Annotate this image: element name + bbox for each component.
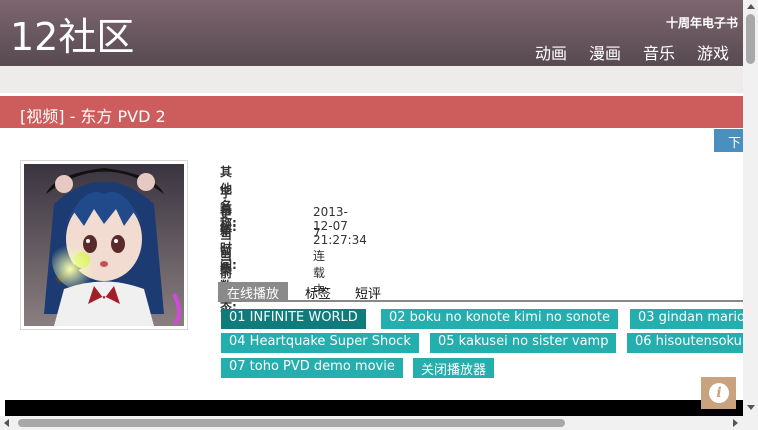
- horizontal-scrollbar[interactable]: [0, 416, 743, 430]
- episode-button-05[interactable]: 05 kakusei no sister vamp: [430, 333, 617, 353]
- site-header: 12社区 十周年电子书 动画 漫画 音乐 游戏: [0, 0, 743, 66]
- site-logo[interactable]: 12社区: [10, 14, 134, 60]
- scrollbar-corner: [743, 416, 758, 430]
- nav-item-music[interactable]: 音乐: [643, 40, 675, 64]
- download-button[interactable]: 下: [714, 129, 743, 152]
- page-viewport: 12社区 十周年电子书 动画 漫画 音乐 游戏 [视频] - 东方 PVD 2 …: [0, 0, 743, 416]
- detail-value: 2013-12-07 21:27:34: [313, 205, 367, 247]
- episode-button-07[interactable]: 07 toho PVD demo movie: [221, 358, 403, 378]
- episode-button-02[interactable]: 02 boku no konote kimi no sonote: [381, 309, 619, 329]
- tab-online-play[interactable]: 在线播放: [218, 282, 289, 302]
- sub-header-band: [0, 66, 743, 93]
- page-title: [视频] - 东方 PVD 2: [20, 107, 166, 126]
- detail-value: 7: [313, 226, 321, 240]
- cover-illustration: [24, 164, 184, 326]
- scroll-up-arrow-icon[interactable]: [747, 4, 755, 9]
- vertical-scrollbar[interactable]: [743, 0, 758, 416]
- video-player[interactable]: [5, 400, 743, 416]
- cover-image: [20, 160, 188, 330]
- scroll-down-arrow-icon[interactable]: [747, 405, 755, 410]
- close-player-button[interactable]: 关闭播放器: [413, 358, 495, 378]
- nav-item-manga[interactable]: 漫画: [589, 40, 621, 64]
- anniversary-ebook-link[interactable]: 十周年电子书: [666, 14, 738, 31]
- episode-button-04[interactable]: 04 Heartquake Super Shock: [221, 333, 419, 353]
- episode-button-01[interactable]: 01 INFINITE WORLD: [221, 309, 366, 329]
- episode-button-06[interactable]: 06 hisoutensoku: [627, 333, 743, 353]
- vertical-scroll-thumb[interactable]: [746, 14, 755, 64]
- info-button[interactable]: i: [701, 377, 736, 409]
- tab-short-reviews[interactable]: 短评: [355, 282, 381, 302]
- content-tabs: 在线播放 标签 短评: [218, 282, 743, 302]
- nav-item-anime[interactable]: 动画: [535, 40, 567, 64]
- scroll-right-arrow-icon[interactable]: [733, 419, 738, 427]
- scroll-left-arrow-icon[interactable]: [4, 419, 9, 427]
- main-nav: 动画 漫画 音乐 游戏: [535, 40, 729, 64]
- episode-button-03[interactable]: 03 gindan mario: [630, 309, 743, 329]
- horizontal-scroll-thumb[interactable]: [18, 419, 565, 427]
- title-bar: [视频] - 东方 PVD 2: [0, 96, 743, 128]
- nav-item-games[interactable]: 游戏: [697, 40, 729, 64]
- tab-tags[interactable]: 标签: [305, 282, 331, 302]
- info-icon: i: [709, 383, 729, 403]
- detail-label: 当前状态:: [220, 249, 237, 314]
